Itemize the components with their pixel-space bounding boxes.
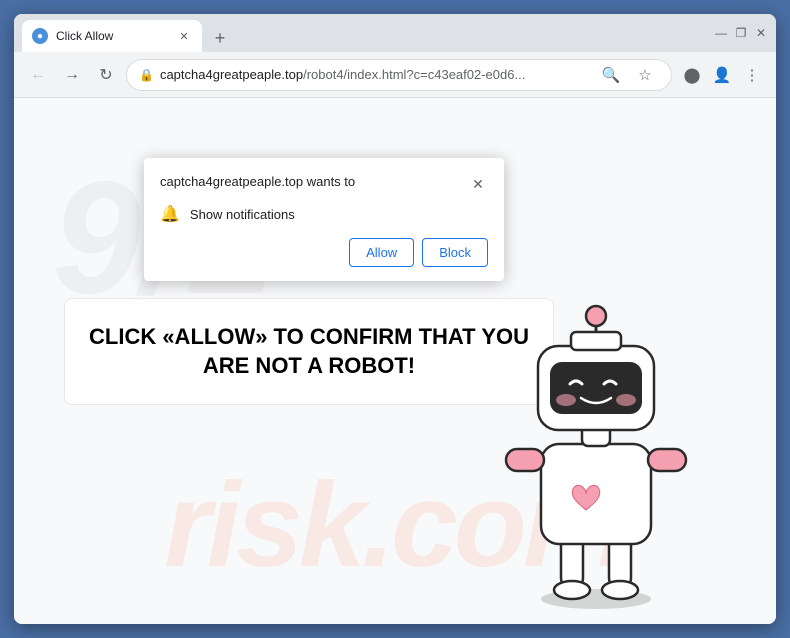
tab-strip: ● Click Allow ✕ + [22,14,706,52]
search-icon[interactable]: 🔍 [597,61,625,89]
popup-actions: Allow Block [160,238,488,267]
captcha-text-box: CLICK «ALLOW» TO CONFIRM THAT YOU ARE NO… [64,298,554,405]
popup-header: captcha4greatpeaple.top wants to ✕ [160,174,488,194]
bell-icon: 🔔 [160,204,180,224]
reload-button[interactable]: ↻ [92,61,120,89]
new-tab-button[interactable]: + [206,24,234,52]
bookmark-icon[interactable]: ☆ [631,61,659,89]
address-text: captcha4greatpeaple.top/robot4/index.htm… [160,67,591,82]
page-content: 9/1 risk.com captcha4greatpeaple.top wan… [14,98,776,624]
window-controls: — ❐ ✕ [714,26,768,40]
tab-favicon: ● [32,28,48,44]
main-heading-line2: ARE NOT A ROBOT! [85,352,533,381]
notification-row: 🔔 Show notifications [160,204,488,224]
notification-popup: captcha4greatpeaple.top wants to ✕ 🔔 Sho… [144,158,504,281]
popup-close-button[interactable]: ✕ [468,174,488,194]
address-bar[interactable]: 🔒 captcha4greatpeaple.top/robot4/index.h… [126,59,672,91]
lock-icon: 🔒 [139,68,154,82]
allow-button[interactable]: Allow [349,238,414,267]
browser-toolbar: ← → ↻ 🔒 captcha4greatpeaple.top/robot4/i… [14,52,776,98]
robot-illustration [486,294,746,614]
tab-close-button[interactable]: ✕ [176,28,192,44]
back-button[interactable]: ← [24,61,52,89]
notification-row-label: Show notifications [190,207,295,222]
menu-icon[interactable]: ⋮ [738,61,766,89]
address-path: /robot4/index.html?c=c43eaf02-e0d6... [303,67,525,82]
address-domain: captcha4greatpeaple.top [160,67,303,82]
extension-icon[interactable]: ⬤ [678,61,706,89]
forward-button[interactable]: → [58,61,86,89]
browser-window: ● Click Allow ✕ + — ❐ ✕ ← → [14,14,776,624]
minimize-button[interactable]: — [714,26,728,40]
toolbar-action-icons: ⬤ 👤 ⋮ [678,61,766,89]
close-button[interactable]: ✕ [754,26,768,40]
block-button[interactable]: Block [422,238,488,267]
profile-icon[interactable]: 👤 [708,61,736,89]
maximize-button[interactable]: ❐ [734,26,748,40]
main-heading-line1: CLICK «ALLOW» TO CONFIRM THAT YOU [85,323,533,352]
active-tab[interactable]: ● Click Allow ✕ [22,20,202,52]
popup-title: captcha4greatpeaple.top wants to [160,174,355,189]
tab-title: Click Allow [56,29,168,43]
title-bar: ● Click Allow ✕ + — ❐ ✕ [14,14,776,52]
